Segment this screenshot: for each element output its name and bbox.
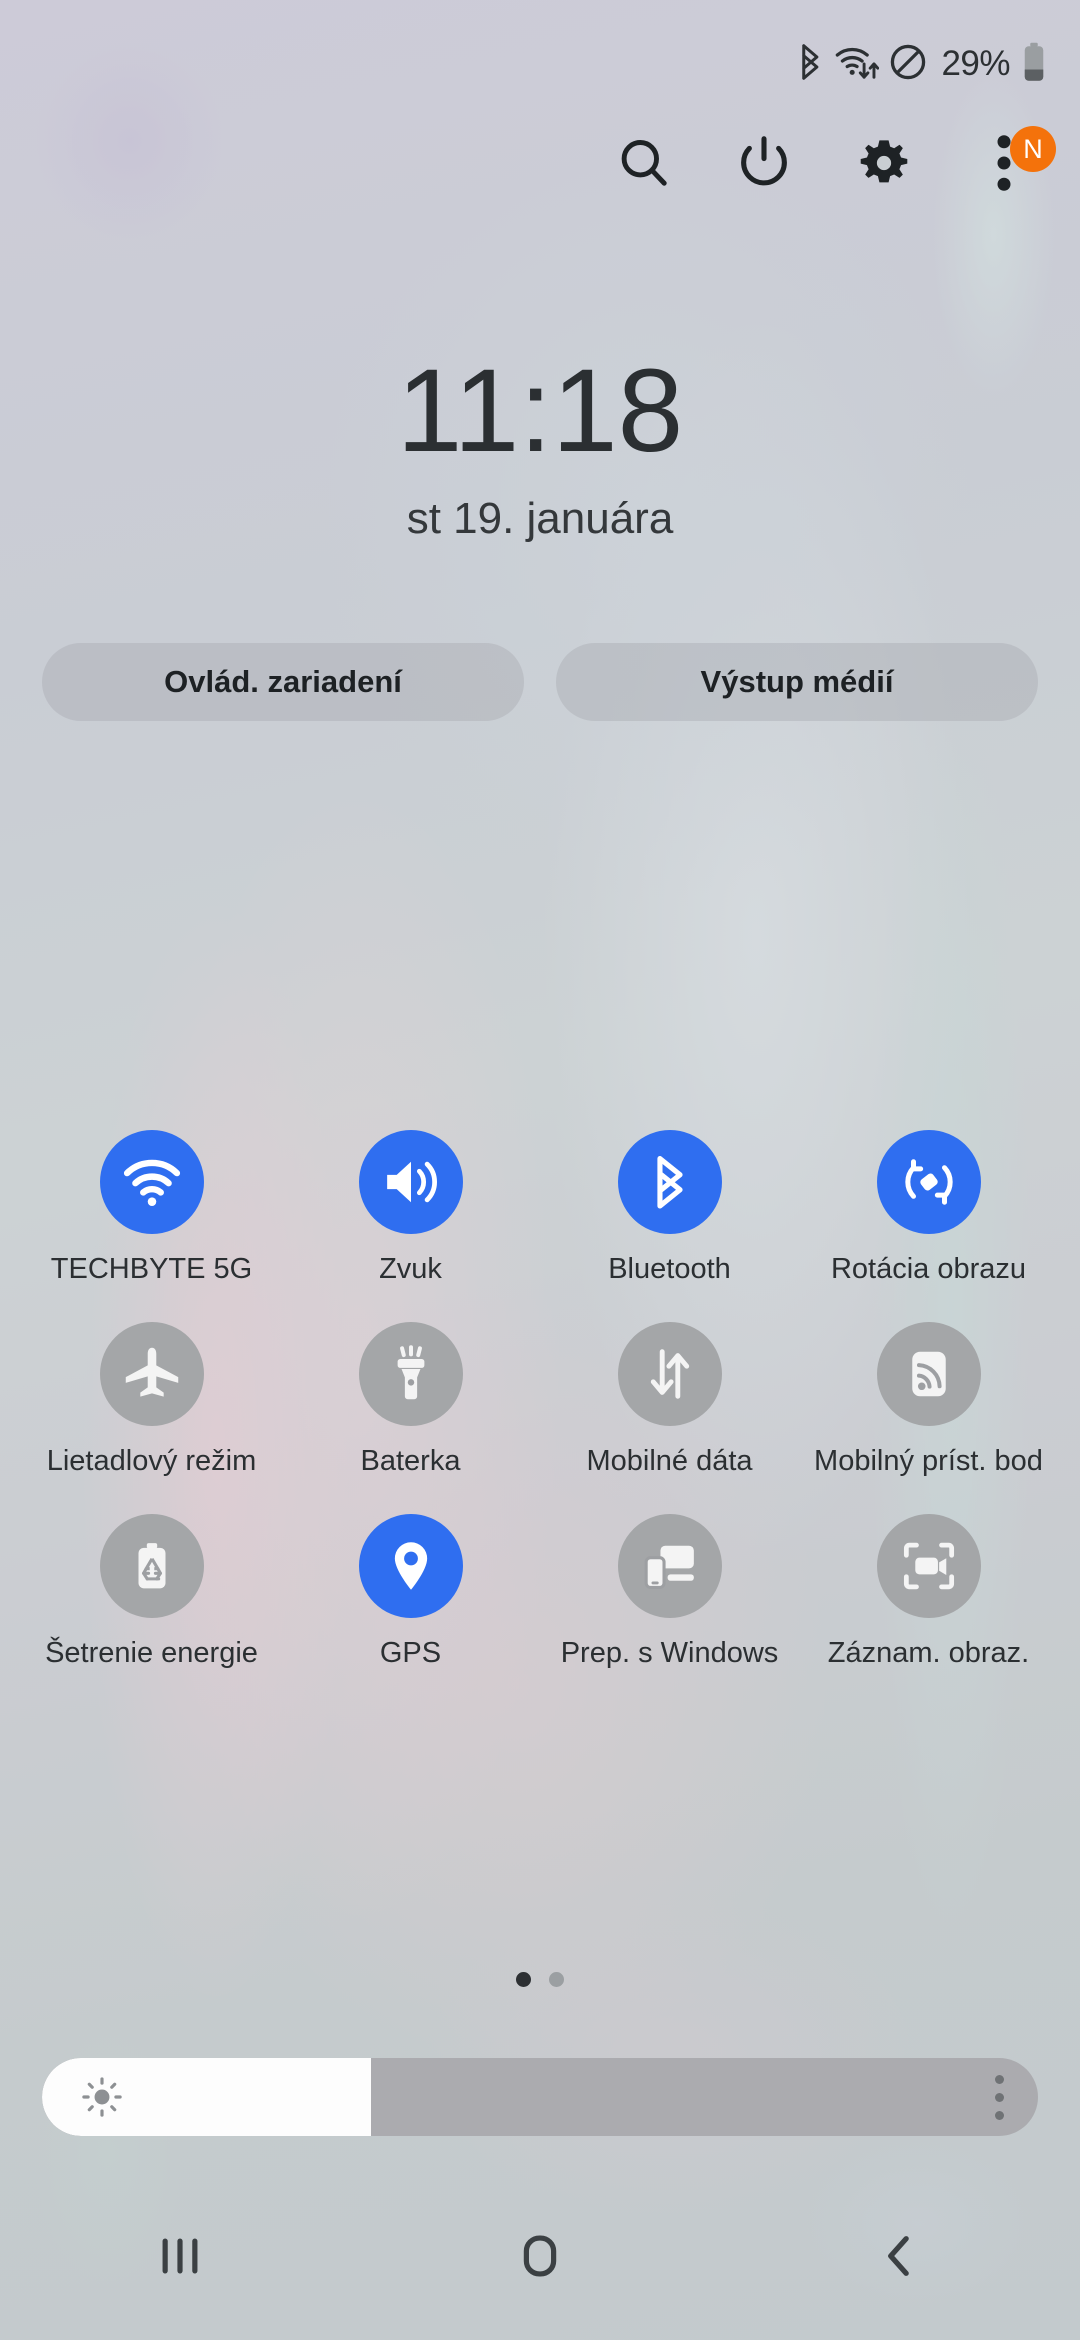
back-icon (888, 2236, 909, 2276)
quick-tile-label: GPS (379, 1637, 442, 1669)
battery-low-icon (1022, 42, 1046, 87)
clock-time: 11:18 (396, 345, 684, 477)
clock-widget[interactable]: 11:18 st 19. januára (0, 352, 1080, 544)
power-icon (741, 136, 787, 186)
media-output-pill[interactable]: Výstup médií (556, 643, 1038, 721)
link-to-windows-icon (617, 1514, 722, 1618)
quick-tile-sound[interactable]: Zvuk (281, 1130, 540, 1322)
page-dot-1[interactable] (516, 1972, 531, 1987)
settings-button[interactable] (824, 120, 944, 206)
quick-tile-label: Lietadlový režim (46, 1445, 257, 1477)
flashlight-icon (358, 1322, 463, 1426)
auto-rotate-icon (876, 1130, 981, 1234)
gear-icon (860, 140, 908, 183)
back-button[interactable] (720, 2172, 1080, 2340)
quick-tile-airplane-mode[interactable]: Lietadlový režim (22, 1322, 281, 1514)
panel-header-actions: N (584, 120, 1064, 206)
quick-tile-gps[interactable]: GPS (281, 1514, 540, 1706)
search-button[interactable] (584, 120, 704, 206)
recents-button[interactable] (0, 2172, 360, 2340)
quick-tile-link-to-windows[interactable]: Prep. s Windows (540, 1514, 799, 1706)
brightness-more-options-icon[interactable] (995, 2074, 1004, 2120)
bluetooth-icon (617, 1130, 722, 1234)
recents-icon (162, 2238, 198, 2274)
notification-badge: N (1010, 126, 1056, 172)
quick-tile-power-saving[interactable]: Šetrenie energie (22, 1514, 281, 1706)
power-saving-icon (99, 1514, 204, 1618)
navigation-bar (0, 2172, 1080, 2340)
clock-date: st 19. januára (406, 494, 674, 543)
quick-tile-label: Prep. s Windows (560, 1637, 779, 1669)
status-bar: 29% (0, 0, 1080, 128)
quick-tile-label: TECHBYTE 5G (50, 1253, 253, 1285)
device-control-pill[interactable]: Ovlád. zariadení (42, 643, 524, 721)
quick-tile-label: Rotácia obrazu (830, 1253, 1027, 1285)
quick-action-pills: Ovlád. zariadení Výstup médií (42, 643, 1038, 721)
mobile-data-icon (617, 1322, 722, 1426)
quick-tile-label: Mobilný príst. bod (814, 1445, 1043, 1477)
wifi-data-icon (835, 43, 880, 86)
battery-percent-label: 29% (941, 44, 1010, 83)
airplane-icon (99, 1322, 204, 1426)
quick-tile-bluetooth[interactable]: Bluetooth (540, 1130, 799, 1322)
quick-tile-label: Mobilné dáta (586, 1445, 753, 1477)
screen-recorder-icon (876, 1514, 981, 1618)
quick-tile-label: Záznam. obraz. (827, 1637, 1030, 1669)
do-not-disturb-icon (889, 43, 927, 86)
page-indicator (0, 1972, 1080, 1987)
page-dot-2[interactable] (549, 1972, 564, 1987)
search-icon (621, 140, 667, 186)
home-button[interactable] (360, 2172, 720, 2340)
brightness-sun-icon (80, 2075, 124, 2119)
location-pin-icon (358, 1514, 463, 1618)
quick-tile-flashlight[interactable]: Baterka (281, 1322, 540, 1514)
quick-tile-label: Zvuk (379, 1253, 442, 1285)
quick-tile-hotspot[interactable]: Mobilný príst. bod (799, 1322, 1058, 1514)
hotspot-icon (876, 1322, 981, 1426)
sound-icon (358, 1130, 463, 1234)
quick-tile-label: Baterka (360, 1445, 461, 1477)
quick-tile-label: Bluetooth (608, 1253, 731, 1285)
home-icon (523, 2235, 557, 2277)
quick-settings-grid: TECHBYTE 5G Zvuk Bluetooth Rotácia obraz… (22, 1130, 1058, 1706)
quick-tile-mobile-data[interactable]: Mobilné dáta (540, 1322, 799, 1514)
power-button[interactable] (704, 120, 824, 206)
quick-tile-auto-rotate[interactable]: Rotácia obrazu (799, 1130, 1058, 1322)
brightness-slider[interactable] (42, 2058, 1038, 2136)
quick-tile-wifi[interactable]: TECHBYTE 5G (22, 1130, 281, 1322)
bluetooth-icon (795, 43, 825, 86)
more-options-button[interactable]: N (944, 120, 1064, 206)
quick-tile-screen-recorder[interactable]: Záznam. obraz. (799, 1514, 1058, 1706)
quick-tile-label: Šetrenie energie (45, 1637, 258, 1669)
wifi-icon (99, 1130, 204, 1234)
